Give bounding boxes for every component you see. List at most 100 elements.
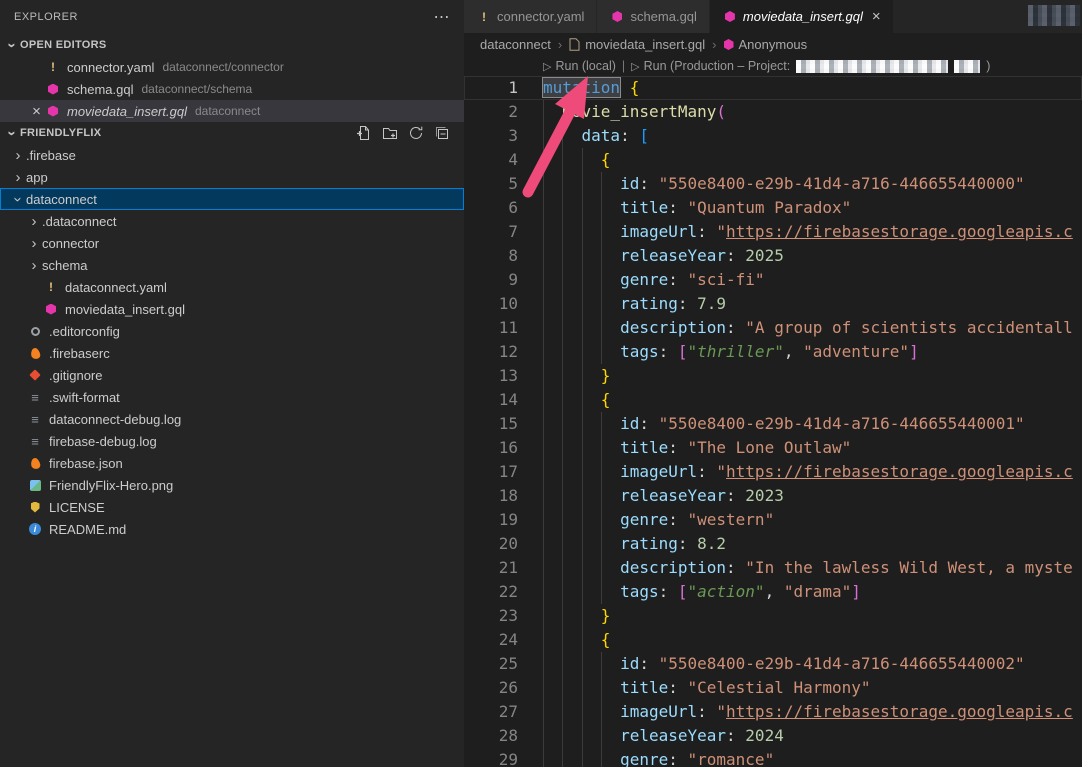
line-number[interactable]: 22 [464, 580, 518, 604]
line-number[interactable]: 6 [464, 196, 518, 220]
line-number[interactable]: 12 [464, 340, 518, 364]
tree-item[interactable]: ≡dataconnect-debug.log [0, 408, 464, 430]
line-number[interactable]: 18 [464, 484, 518, 508]
tree-item[interactable]: .firebase [0, 144, 464, 166]
code-line[interactable]: 29 genre: "romance" [464, 748, 1082, 767]
line-number[interactable]: 28 [464, 724, 518, 748]
line-number[interactable]: 11 [464, 316, 518, 340]
collapse-all-icon[interactable] [434, 125, 450, 141]
code-line[interactable]: 3 data: [ [464, 124, 1082, 148]
code-line[interactable]: 21 description: "In the lawless Wild Wes… [464, 556, 1082, 580]
tree-item[interactable]: connector [0, 232, 464, 254]
line-number[interactable]: 16 [464, 436, 518, 460]
tree-item[interactable]: .editorconfig [0, 320, 464, 342]
line-number[interactable]: 17 [464, 460, 518, 484]
line-number[interactable]: 14 [464, 388, 518, 412]
tree-item[interactable]: ≡.swift-format [0, 386, 464, 408]
open-editor-item[interactable]: ×moviedata_insert.gqldataconnect [0, 100, 464, 122]
editor-group: !connector.yamlschema.gqlmoviedata_inser… [464, 0, 1082, 767]
code-line[interactable]: 6 title: "Quantum Paradox" [464, 196, 1082, 220]
code-line[interactable]: 20 rating: 8.2 [464, 532, 1082, 556]
breadcrumb-item-operation[interactable]: Anonymous [724, 37, 808, 52]
code-line[interactable]: 13 } [464, 364, 1082, 388]
tab[interactable]: schema.gql [597, 0, 709, 33]
code-line[interactable]: 16 title: "The Lone Outlaw" [464, 436, 1082, 460]
code-line[interactable]: 1mutation { [464, 76, 1082, 100]
line-number[interactable]: 15 [464, 412, 518, 436]
line-number[interactable]: 19 [464, 508, 518, 532]
code-line[interactable]: 19 genre: "western" [464, 508, 1082, 532]
tab[interactable]: moviedata_insert.gql× [710, 0, 894, 33]
tree-item[interactable]: FriendlyFlix-Hero.png [0, 474, 464, 496]
code-line[interactable]: 11 description: "A group of scientists a… [464, 316, 1082, 340]
run-production-button[interactable]: ▷ Run (Production – Project: [631, 59, 790, 73]
code-line[interactable]: 10 rating: 7.9 [464, 292, 1082, 316]
line-number[interactable]: 13 [464, 364, 518, 388]
code-line[interactable]: 8 releaseYear: 2025 [464, 244, 1082, 268]
open-editor-item[interactable]: !connector.yamldataconnect/connector [0, 56, 464, 78]
breadcrumb-item-folder[interactable]: dataconnect [480, 37, 551, 52]
line-number[interactable]: 29 [464, 748, 518, 767]
line-number[interactable]: 23 [464, 604, 518, 628]
line-number[interactable]: 20 [464, 532, 518, 556]
tree-item[interactable]: moviedata_insert.gql [0, 298, 464, 320]
code-editor[interactable]: 1mutation {2 movie_insertMany(3 data: [4… [464, 76, 1082, 767]
tree-item[interactable]: schema [0, 254, 464, 276]
line-number[interactable]: 26 [464, 676, 518, 700]
line-number[interactable]: 25 [464, 652, 518, 676]
new-file-icon[interactable] [356, 125, 372, 141]
breadcrumb-item-file[interactable]: moviedata_insert.gql [569, 37, 705, 52]
code-line[interactable]: 17 imageUrl: "https://firebasestorage.go… [464, 460, 1082, 484]
more-actions-icon[interactable]: ⋯ [434, 7, 451, 27]
run-local-button[interactable]: ▷ Run (local) [543, 59, 616, 73]
close-icon[interactable]: × [872, 8, 881, 25]
close-icon[interactable]: × [28, 104, 45, 119]
info-icon [27, 521, 43, 537]
line-number[interactable]: 27 [464, 700, 518, 724]
line-number[interactable]: 1 [464, 76, 518, 100]
file-name: LICENSE [49, 500, 105, 515]
code-line[interactable]: 2 movie_insertMany( [464, 100, 1082, 124]
tree-item[interactable]: .dataconnect [0, 210, 464, 232]
refresh-icon[interactable] [408, 125, 424, 141]
code-line[interactable]: 28 releaseYear: 2024 [464, 724, 1082, 748]
line-number[interactable]: 3 [464, 124, 518, 148]
project-header[interactable]: FRIENDLYFLIX [0, 122, 464, 144]
code-line[interactable]: 9 genre: "sci-fi" [464, 268, 1082, 292]
tree-item[interactable]: ≡firebase-debug.log [0, 430, 464, 452]
code-line[interactable]: 23 } [464, 604, 1082, 628]
line-number[interactable]: 4 [464, 148, 518, 172]
line-number[interactable]: 21 [464, 556, 518, 580]
code-line[interactable]: 14 { [464, 388, 1082, 412]
code-line[interactable]: 26 title: "Celestial Harmony" [464, 676, 1082, 700]
tree-item[interactable]: README.md [0, 518, 464, 540]
code-line[interactable]: 5 id: "550e8400-e29b-41d4-a716-446655440… [464, 172, 1082, 196]
code-line[interactable]: 18 releaseYear: 2023 [464, 484, 1082, 508]
code-line[interactable]: 25 id: "550e8400-e29b-41d4-a716-44665544… [464, 652, 1082, 676]
open-editor-item[interactable]: schema.gqldataconnect/schema [0, 78, 464, 100]
code-line[interactable]: 24 { [464, 628, 1082, 652]
line-number[interactable]: 10 [464, 292, 518, 316]
tree-item[interactable]: !dataconnect.yaml [0, 276, 464, 298]
line-number[interactable]: 8 [464, 244, 518, 268]
tree-item[interactable]: app [0, 166, 464, 188]
new-folder-icon[interactable] [382, 125, 398, 141]
line-number[interactable]: 2 [464, 100, 518, 124]
tree-item[interactable]: .firebaserc [0, 342, 464, 364]
code-line[interactable]: 7 imageUrl: "https://firebasestorage.goo… [464, 220, 1082, 244]
open-editors-header[interactable]: OPEN EDITORS [0, 34, 464, 56]
tree-item[interactable]: LICENSE [0, 496, 464, 518]
tree-item[interactable]: firebase.json [0, 452, 464, 474]
tree-item[interactable]: dataconnect [0, 188, 464, 210]
code-line[interactable]: 15 id: "550e8400-e29b-41d4-a716-44665544… [464, 412, 1082, 436]
code-line[interactable]: 12 tags: ["thriller", "adventure"] [464, 340, 1082, 364]
code-line[interactable]: 22 tags: ["action", "drama"] [464, 580, 1082, 604]
code-line[interactable]: 27 imageUrl: "https://firebasestorage.go… [464, 700, 1082, 724]
tab[interactable]: !connector.yaml [464, 0, 597, 33]
tree-item[interactable]: .gitignore [0, 364, 464, 386]
code-line[interactable]: 4 { [464, 148, 1082, 172]
line-number[interactable]: 5 [464, 172, 518, 196]
line-number[interactable]: 9 [464, 268, 518, 292]
line-number[interactable]: 24 [464, 628, 518, 652]
line-number[interactable]: 7 [464, 220, 518, 244]
